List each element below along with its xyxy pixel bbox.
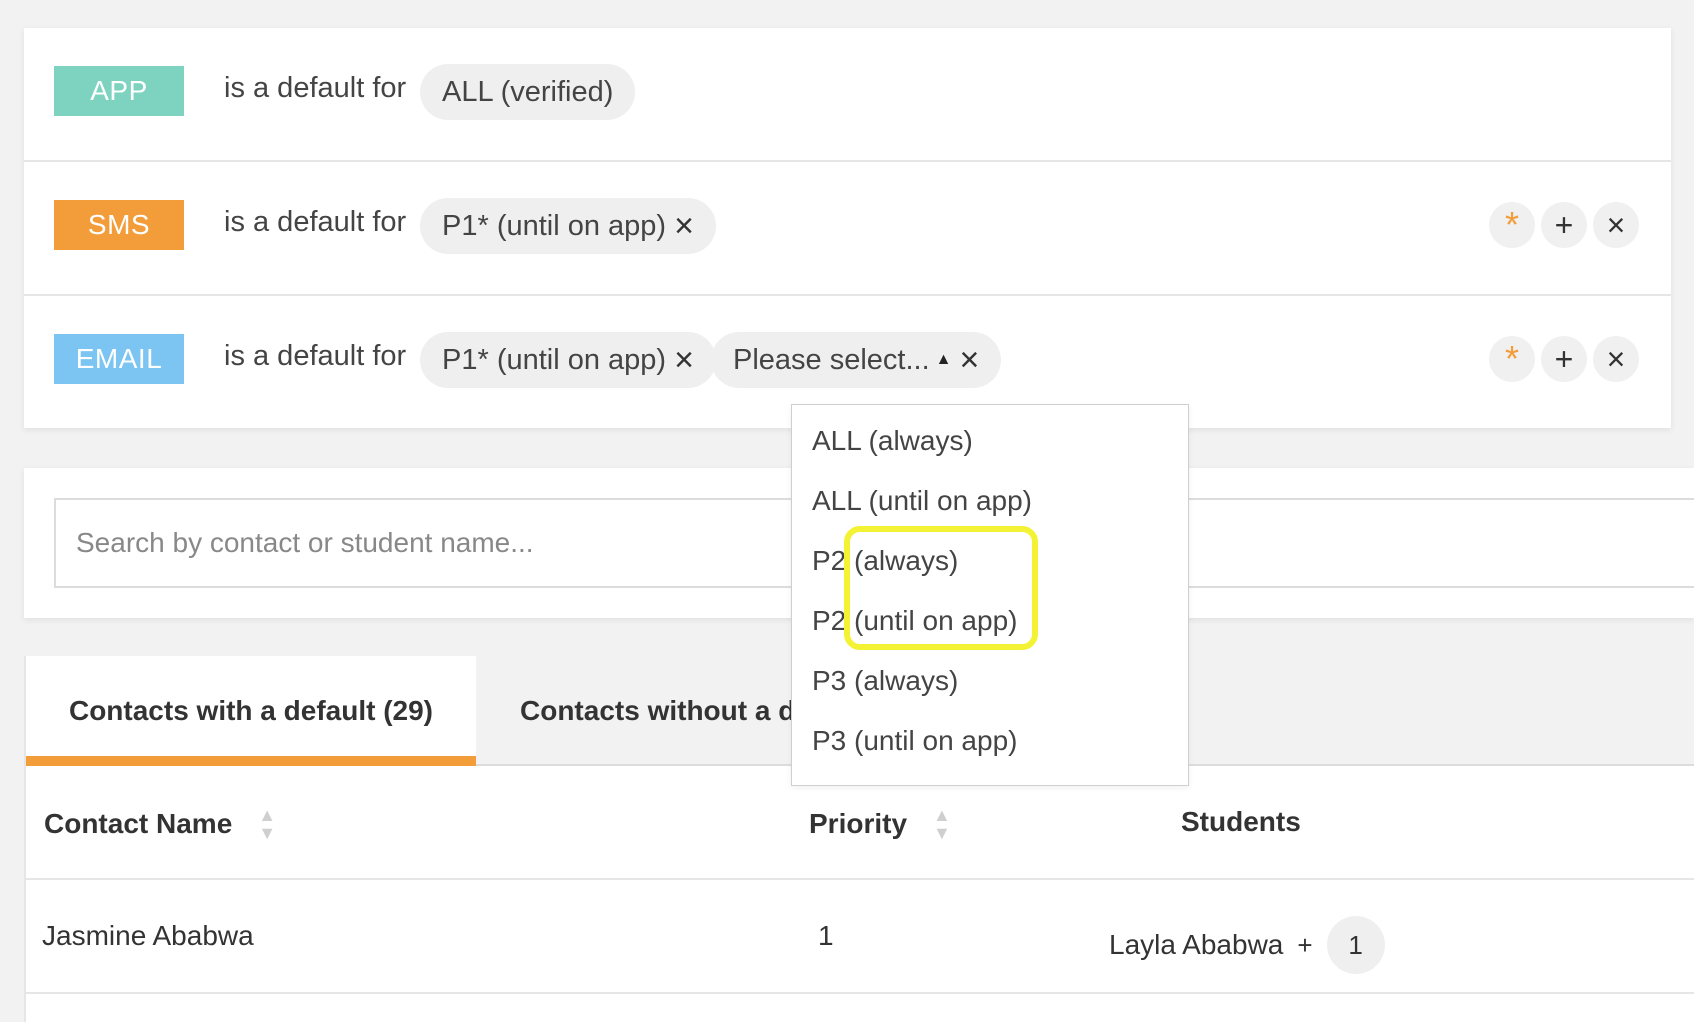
students-cell: Layla Ababwa + 1 — [1109, 916, 1385, 974]
row-actions: * + × — [1489, 336, 1639, 382]
asterisk-button[interactable]: * — [1489, 336, 1535, 382]
asterisk-button[interactable]: * — [1489, 202, 1535, 248]
column-header-contact[interactable]: Contact Name ▲ ▼ — [44, 806, 276, 842]
select-dropdown-trigger[interactable]: Please select... ▲ × — [711, 332, 1002, 388]
channel-badge-app: APP — [54, 66, 184, 116]
column-header-label: Priority — [809, 808, 908, 839]
remove-row-button[interactable]: × — [1593, 336, 1639, 382]
default-for-label: is a default for — [224, 206, 407, 238]
remove-row-button[interactable]: × — [1593, 202, 1639, 248]
dropdown-option[interactable]: ALL (always) — [792, 415, 1188, 475]
tab-contacts-without-default[interactable]: Contacts without a d — [520, 656, 795, 766]
selection-pill: P1* (until on app) × — [420, 332, 716, 388]
clear-select-icon[interactable]: × — [960, 343, 980, 377]
dropdown-option[interactable]: P2 (until on app) — [792, 595, 1188, 655]
asterisk-icon: * — [1504, 204, 1519, 245]
dropdown-option[interactable]: P3 (always) — [792, 655, 1188, 715]
table-row[interactable]: Jasmine Ababwa 1 Layla Ababwa + 1 — [26, 880, 1694, 994]
add-button[interactable]: + — [1541, 202, 1587, 248]
add-button[interactable]: + — [1541, 336, 1587, 382]
select-placeholder: Please select... — [733, 343, 930, 376]
sort-icon[interactable]: ▲ ▼ — [258, 806, 276, 842]
plus-icon: + — [1554, 341, 1574, 377]
selection-pill: ALL (verified) — [420, 64, 636, 120]
selection-pill: P1* (until on app) × — [420, 198, 716, 254]
dropdown-option[interactable]: P2 (always) — [792, 535, 1188, 595]
dropdown-option[interactable]: ALL (until on app) — [792, 475, 1188, 535]
row-actions: * + × — [1489, 202, 1639, 248]
column-header-students: Students — [1181, 806, 1301, 838]
priority-cell: 1 — [818, 920, 834, 951]
default-row-app: APP is a default for ALL (verified) — [24, 28, 1671, 162]
close-icon: × — [1606, 341, 1626, 377]
selection-pill-label: P1* (until on app) — [442, 343, 667, 376]
dropdown-option[interactable]: P3 (until on app) — [792, 715, 1188, 775]
column-header-label: Contact Name — [44, 808, 233, 839]
asterisk-icon: * — [1504, 338, 1519, 379]
close-icon: × — [1606, 207, 1626, 243]
channel-badge-email: EMAIL — [54, 334, 184, 384]
student-name: Layla Ababwa — [1109, 929, 1284, 960]
plus-icon: + — [1554, 207, 1574, 243]
contact-name-cell: Jasmine Ababwa — [42, 920, 254, 951]
selection-pill-label: P1* (until on app) — [442, 209, 667, 242]
channel-badge-sms: SMS — [54, 200, 184, 250]
tab-contacts-with-default[interactable]: Contacts with a default (29) — [26, 656, 476, 766]
extra-students-count-badge[interactable]: 1 — [1326, 916, 1385, 974]
column-header-priority[interactable]: Priority ▲ ▼ — [809, 806, 951, 842]
default-for-label: is a default for — [224, 72, 407, 104]
column-header-label: Students — [1181, 806, 1301, 837]
caret-up-icon: ▲ — [935, 351, 952, 368]
plus-sign: + — [1297, 929, 1313, 960]
default-channels-card: APP is a default for ALL (verified) SMS … — [24, 28, 1671, 428]
sort-icon[interactable]: ▲ ▼ — [933, 806, 951, 842]
remove-selection-icon[interactable]: × — [674, 343, 694, 377]
default-for-label: is a default for — [224, 340, 407, 372]
default-row-sms: SMS is a default for P1* (until on app) … — [24, 162, 1671, 296]
remove-selection-icon[interactable]: × — [674, 209, 694, 243]
select-dropdown-menu: ALL (always) ALL (until on app) P2 (alwa… — [791, 404, 1189, 786]
selection-pill-label: ALL (verified) — [442, 75, 614, 108]
